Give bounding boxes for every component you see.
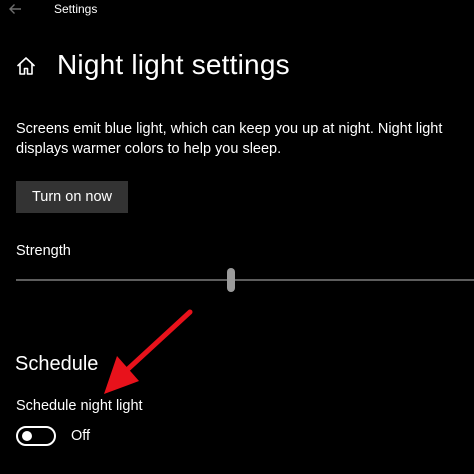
slider-thumb[interactable]	[227, 268, 235, 292]
home-button[interactable]	[14, 54, 38, 78]
settings-window: Settings Night light settings Screens em…	[0, 0, 474, 474]
slider-track[interactable]	[16, 279, 474, 281]
toggle-state-label: Off	[71, 428, 91, 444]
page-title: Night light settings	[57, 49, 290, 80]
strength-slider[interactable]	[16, 265, 474, 295]
back-arrow-icon	[9, 4, 21, 14]
back-button[interactable]	[6, 1, 26, 17]
turn-on-now-button[interactable]: Turn on now	[16, 181, 128, 213]
schedule-heading: Schedule	[15, 353, 99, 375]
strength-label: Strength	[16, 243, 71, 259]
app-title: Settings	[54, 2, 98, 16]
schedule-night-light-label: Schedule night light	[16, 398, 143, 414]
title-bar: Settings	[0, 0, 474, 20]
description-text: Screens emit blue light, which can keep …	[16, 121, 443, 157]
toggle-knob	[22, 431, 32, 441]
schedule-night-light-toggle[interactable]	[16, 426, 56, 446]
home-icon	[16, 57, 36, 75]
